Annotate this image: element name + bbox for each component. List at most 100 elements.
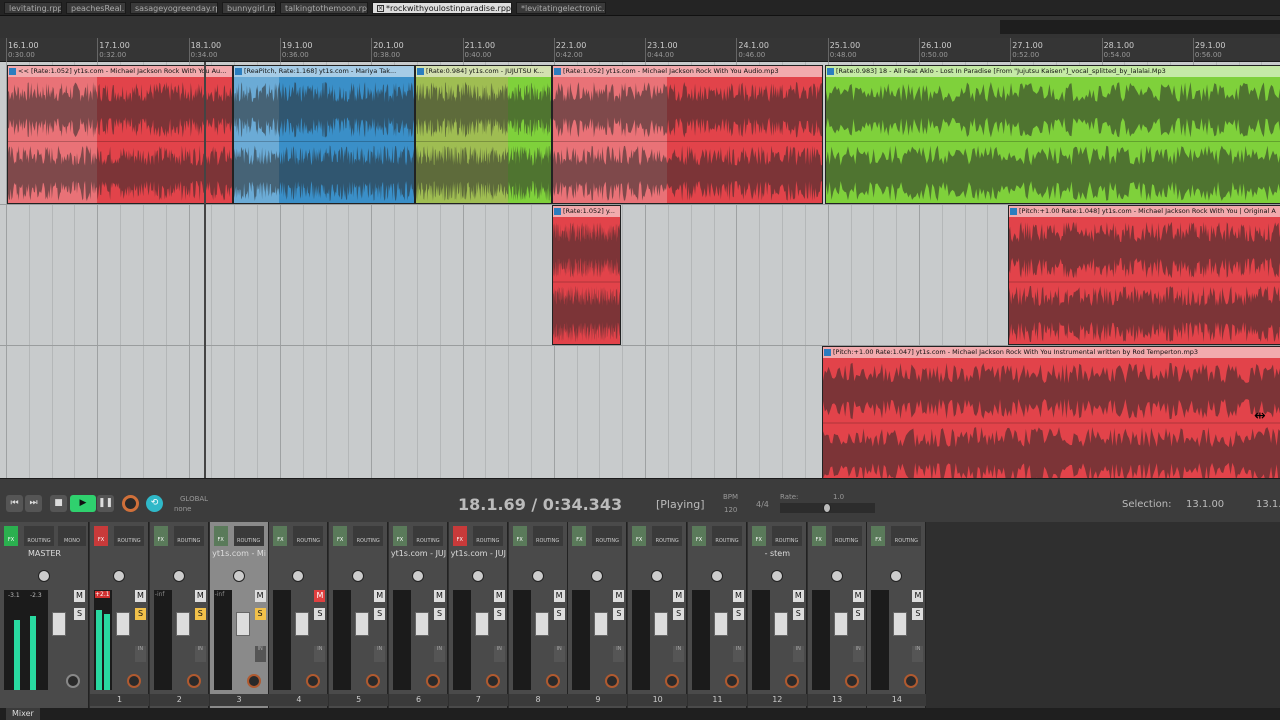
track-strip[interactable]: FX ROUTING M S IN 5 (329, 522, 389, 708)
track-routing-button[interactable]: ROUTING (293, 526, 324, 546)
media-item-rock-with-you-original[interactable]: [Pitch:+1.00 Rate:1.048] yt1s.com - Mich… (1008, 205, 1280, 345)
track-input-button[interactable]: IN (194, 646, 206, 662)
media-item-jujutsu-kaisen[interactable]: [Rate:0.984] yt1s.com - JUJUTSU K... (415, 65, 552, 204)
mixer-dock-tab[interactable]: Mixer (0, 708, 1280, 720)
master-mute-button[interactable]: M (74, 590, 85, 602)
global-automation-mode[interactable]: none (174, 505, 191, 513)
track-routing-button[interactable]: ROUTING (472, 526, 503, 546)
record-button[interactable] (122, 495, 139, 512)
track-mute-button[interactable]: M (374, 590, 386, 602)
track-strip[interactable]: FX ROUTING - stem M S IN 12 (747, 522, 807, 708)
track-routing-button[interactable]: ROUTING (771, 526, 802, 546)
track-input-button[interactable]: IN (254, 646, 266, 662)
track-routing-button[interactable]: ROUTING (712, 526, 742, 546)
track-solo-button[interactable]: S (374, 608, 386, 620)
track-mute-button[interactable]: M (792, 590, 804, 602)
media-item-rock-with-you-short[interactable]: [Rate:1.052] y... (552, 205, 621, 345)
project-tab[interactable]: × *rockwithyoulostinparadise.rpp (372, 2, 512, 14)
track-solo-button[interactable]: S (254, 608, 266, 620)
track-volume-fader[interactable] (893, 612, 908, 636)
project-tab[interactable]: bunnygirl.rpp (222, 2, 276, 14)
time-signature[interactable]: 4/4 (756, 500, 769, 509)
track-input-button[interactable]: IN (673, 646, 685, 662)
track-volume-fader[interactable] (594, 612, 609, 636)
track-solo-button[interactable]: S (553, 608, 565, 620)
track-pan-knob[interactable] (531, 570, 544, 582)
track-routing-button[interactable]: ROUTING (592, 526, 623, 546)
track-routing-button[interactable]: ROUTING (173, 526, 204, 546)
project-tab[interactable]: *levitatingelectronic.rpp (516, 2, 606, 14)
track-record-arm-button[interactable] (545, 674, 560, 688)
track-mute-button[interactable]: M (254, 590, 266, 602)
track-pan-knob[interactable] (830, 570, 843, 582)
project-tab[interactable]: peachesReal.rpp (66, 2, 126, 14)
master-pan-knob[interactable] (38, 570, 50, 582)
track-volume-fader[interactable] (654, 612, 669, 636)
track-mute-button[interactable]: M (434, 590, 445, 602)
track-volume-fader[interactable] (474, 612, 489, 636)
arrange-view[interactable]: << [Rate:1.052] yt1s.com - Michael Jacks… (0, 62, 1280, 478)
track-pan-knob[interactable] (770, 570, 783, 582)
track-routing-button[interactable]: ROUTING (353, 526, 384, 546)
media-item-rock-with-you-instrumental[interactable]: [Pitch:+1.00 Rate:1.047] yt1s.com - Mich… (822, 346, 1280, 478)
track-strip[interactable]: FX ROUTING M S IN 11 (688, 522, 747, 708)
track-input-button[interactable]: IN (553, 646, 565, 662)
track-record-arm-button[interactable] (904, 674, 919, 688)
project-tab[interactable]: levitating.rpp (4, 2, 62, 14)
track-input-button[interactable]: IN (135, 646, 146, 662)
track-routing-button[interactable]: ROUTING (233, 526, 264, 546)
track-solo-button[interactable]: S (434, 608, 445, 620)
track-record-arm-button[interactable] (605, 674, 620, 688)
track-pan-knob[interactable] (711, 570, 723, 582)
track-pan-knob[interactable] (651, 570, 664, 582)
rate-slider[interactable] (780, 503, 875, 513)
master-fader[interactable] (52, 612, 66, 636)
track-routing-button[interactable]: ROUTING (831, 526, 862, 546)
track-mute-button[interactable]: M (733, 590, 744, 602)
track-routing-button[interactable]: ROUTING (532, 526, 563, 546)
track-input-button[interactable]: IN (613, 646, 625, 662)
media-item-lost-in-paradise-vocal[interactable]: [Rate:0.983] 18 - Ali Feat Aklo - Lost I… (825, 65, 1280, 204)
track-input-button[interactable]: IN (374, 646, 386, 662)
track-record-arm-button[interactable] (844, 674, 859, 688)
track-pan-knob[interactable] (890, 570, 903, 582)
go-to-end-button[interactable]: ⏭ (25, 495, 42, 512)
track-fx-button[interactable]: FX (153, 526, 168, 546)
track-fx-button[interactable]: FX (692, 526, 706, 546)
track-fx-button[interactable]: FX (572, 526, 587, 546)
media-item-rock-with-you-1[interactable]: << [Rate:1.052] yt1s.com - Michael Jacks… (7, 65, 233, 204)
track-strip[interactable]: FX ROUTING +2.1 M S IN 1 (90, 522, 149, 708)
track-input-button[interactable]: IN (493, 646, 505, 662)
track-strip[interactable]: FX ROUTING M S IN 13 (807, 522, 867, 708)
track-strip[interactable]: FX ROUTING yt1s.com - Mi -inf M S IN 3 (209, 522, 269, 708)
track-mute-button[interactable]: M (852, 590, 864, 602)
track-fx-button[interactable]: FX (393, 526, 407, 546)
track-routing-button[interactable]: ROUTING (652, 526, 683, 546)
close-tab-icon[interactable]: × (377, 5, 384, 12)
track-strip[interactable]: FX ROUTING yt1s.com - JUJ M S IN 6 (389, 522, 448, 708)
bpm-value[interactable]: 120 (724, 506, 737, 514)
track-strip[interactable]: FX ROUTING -inf M S IN 2 (149, 522, 209, 708)
track-volume-fader[interactable] (116, 612, 130, 636)
track-strip[interactable]: FX ROUTING M S IN 9 (568, 522, 628, 708)
track-volume-fader[interactable] (833, 612, 848, 636)
track-volume-fader[interactable] (175, 612, 190, 636)
track-fx-button[interactable]: FX (94, 526, 108, 546)
track-record-arm-button[interactable] (366, 674, 381, 688)
track-routing-button[interactable]: ROUTING (114, 526, 144, 546)
track-solo-button[interactable]: S (194, 608, 206, 620)
track-fx-button[interactable]: FX (811, 526, 826, 546)
track-pan-knob[interactable] (292, 570, 305, 582)
track-volume-fader[interactable] (415, 612, 429, 636)
repeat-button[interactable]: ⟲ (146, 495, 163, 512)
track-fx-button[interactable]: FX (213, 526, 228, 546)
track-solo-button[interactable]: S (792, 608, 804, 620)
media-item-rock-with-you-2[interactable]: [Rate:1.052] yt1s.com - Michael Jackson … (552, 65, 823, 204)
track-fx-button[interactable]: FX (452, 526, 467, 546)
project-tab[interactable]: sasageyogreenday.rpp (130, 2, 218, 14)
track-pan-knob[interactable] (352, 570, 365, 582)
track-solo-button[interactable]: S (314, 608, 326, 620)
track-volume-fader[interactable] (773, 612, 788, 636)
track-volume-fader[interactable] (534, 612, 549, 636)
track-input-button[interactable]: IN (912, 646, 924, 662)
